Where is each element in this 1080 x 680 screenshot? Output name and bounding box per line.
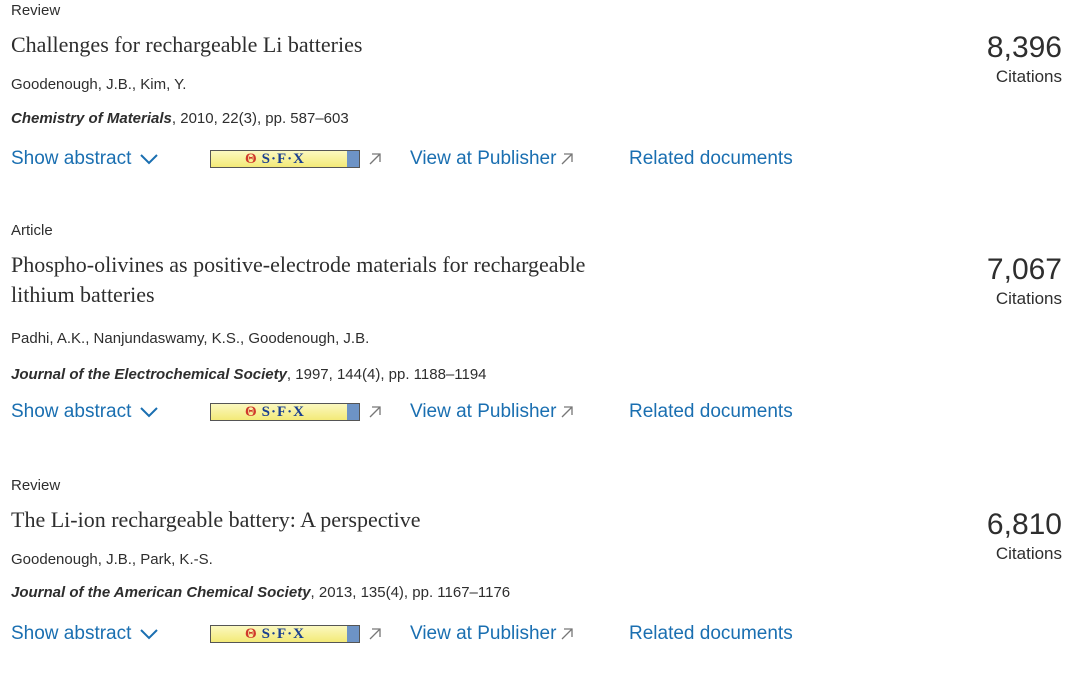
result-item: Review The Li-ion rechargeable battery: … [11,477,1071,657]
related-documents-link[interactable]: Related documents [629,146,793,172]
result-item: Article Phospho-olivines as positive-ele… [11,222,1071,432]
citation-number[interactable]: 8,396 [987,30,1062,66]
external-link-icon[interactable] [368,627,382,641]
sfx-bar [347,151,359,167]
source-details: , 1997, 144(4), pp. 1188–1194 [286,366,487,383]
external-link-icon[interactable] [560,152,574,166]
journal-name[interactable]: Journal of the American Chemical Society [11,584,311,601]
source-info: Chemistry of Materials, 2010, 22(3), pp.… [11,110,349,128]
citation-count[interactable]: 7,067 Citations [987,252,1062,310]
document-type: Article [11,222,53,239]
document-title-line[interactable]: Phospho-olivines as positive-electrode m… [11,250,771,280]
show-abstract-label[interactable]: Show abstract [11,399,131,425]
document-title-line[interactable]: The Li-ion rechargeable battery: A persp… [11,507,420,532]
journal-name[interactable]: Journal of the Electrochemical Society [11,366,287,383]
show-abstract-label[interactable]: Show abstract [11,146,131,172]
document-type: Review [11,477,61,494]
sfx-link-button[interactable]: Θ S·F·X [210,625,360,643]
chevron-down-icon[interactable] [139,152,159,166]
document-title-line[interactable]: lithium batteries [11,280,771,310]
chevron-down-icon[interactable] [139,627,159,641]
external-link-icon[interactable] [368,152,382,166]
show-abstract-button[interactable]: Show abstract [11,399,159,425]
show-abstract-button[interactable]: Show abstract [11,146,159,172]
external-link-icon[interactable] [560,627,574,641]
sfx-bar [347,626,359,642]
result-actions: Show abstract Θ S·F·X View at Publisher R… [11,146,831,172]
view-at-publisher-link[interactable]: View at Publisher [410,146,574,172]
document-title-link[interactable]: The Li-ion rechargeable battery: A persp… [11,505,771,535]
result-actions: Show abstract Θ S·F·X View at Publisher R… [11,399,831,425]
document-type: Review [11,2,61,19]
sfx-logo-icon[interactable]: Θ S·F·X [245,404,305,421]
source-details: , 2013, 135(4), pp. 1167–1176 [310,584,511,601]
related-documents-link[interactable]: Related documents [629,399,793,425]
view-at-publisher-link[interactable]: View at Publisher [410,399,574,425]
source-details: , 2010, 22(3), pp. 587–603 [171,110,349,127]
citation-number[interactable]: 6,810 [987,507,1062,543]
external-link-icon[interactable] [368,405,382,419]
source-info: Journal of the Electrochemical Society, … [11,366,487,384]
citation-label: Citations [995,544,1062,563]
document-title-link[interactable]: Phospho-olivines as positive-electrode m… [11,250,771,310]
view-at-publisher-link[interactable]: View at Publisher [410,621,574,647]
sfx-link-button[interactable]: Θ S·F·X [210,150,360,168]
view-at-publisher-label[interactable]: View at Publisher [410,146,556,172]
show-abstract-button[interactable]: Show abstract [11,621,159,647]
source-info: Journal of the American Chemical Society… [11,584,510,602]
citation-count[interactable]: 6,810 Citations [987,507,1062,565]
sfx-bar [347,404,359,420]
citation-label: Citations [995,67,1062,86]
result-item: Review Challenges for rechargeable Li ba… [11,2,1071,172]
sfx-link-button[interactable]: Θ S·F·X [210,403,360,421]
related-documents-link[interactable]: Related documents [629,621,793,647]
journal-name[interactable]: Chemistry of Materials [11,110,172,127]
view-at-publisher-label[interactable]: View at Publisher [410,399,556,425]
show-abstract-label[interactable]: Show abstract [11,621,131,647]
document-title-line[interactable]: Challenges for rechargeable Li batteries [11,32,362,57]
authors[interactable]: Padhi, A.K., Nanjundaswamy, K.S., Gooden… [11,330,369,348]
sfx-logo-icon[interactable]: Θ S·F·X [245,626,305,643]
citation-number[interactable]: 7,067 [987,252,1062,288]
document-title-link[interactable]: Challenges for rechargeable Li batteries [11,30,771,60]
result-actions: Show abstract Θ S·F·X View at Publisher R… [11,621,831,647]
authors[interactable]: Goodenough, J.B., Kim, Y. [11,76,186,94]
chevron-down-icon[interactable] [139,405,159,419]
citation-count[interactable]: 8,396 Citations [987,30,1062,88]
sfx-logo-icon[interactable]: Θ S·F·X [245,151,305,168]
authors[interactable]: Goodenough, J.B., Park, K.-S. [11,551,213,569]
external-link-icon[interactable] [560,405,574,419]
view-at-publisher-label[interactable]: View at Publisher [410,621,556,647]
citation-label: Citations [995,289,1062,308]
